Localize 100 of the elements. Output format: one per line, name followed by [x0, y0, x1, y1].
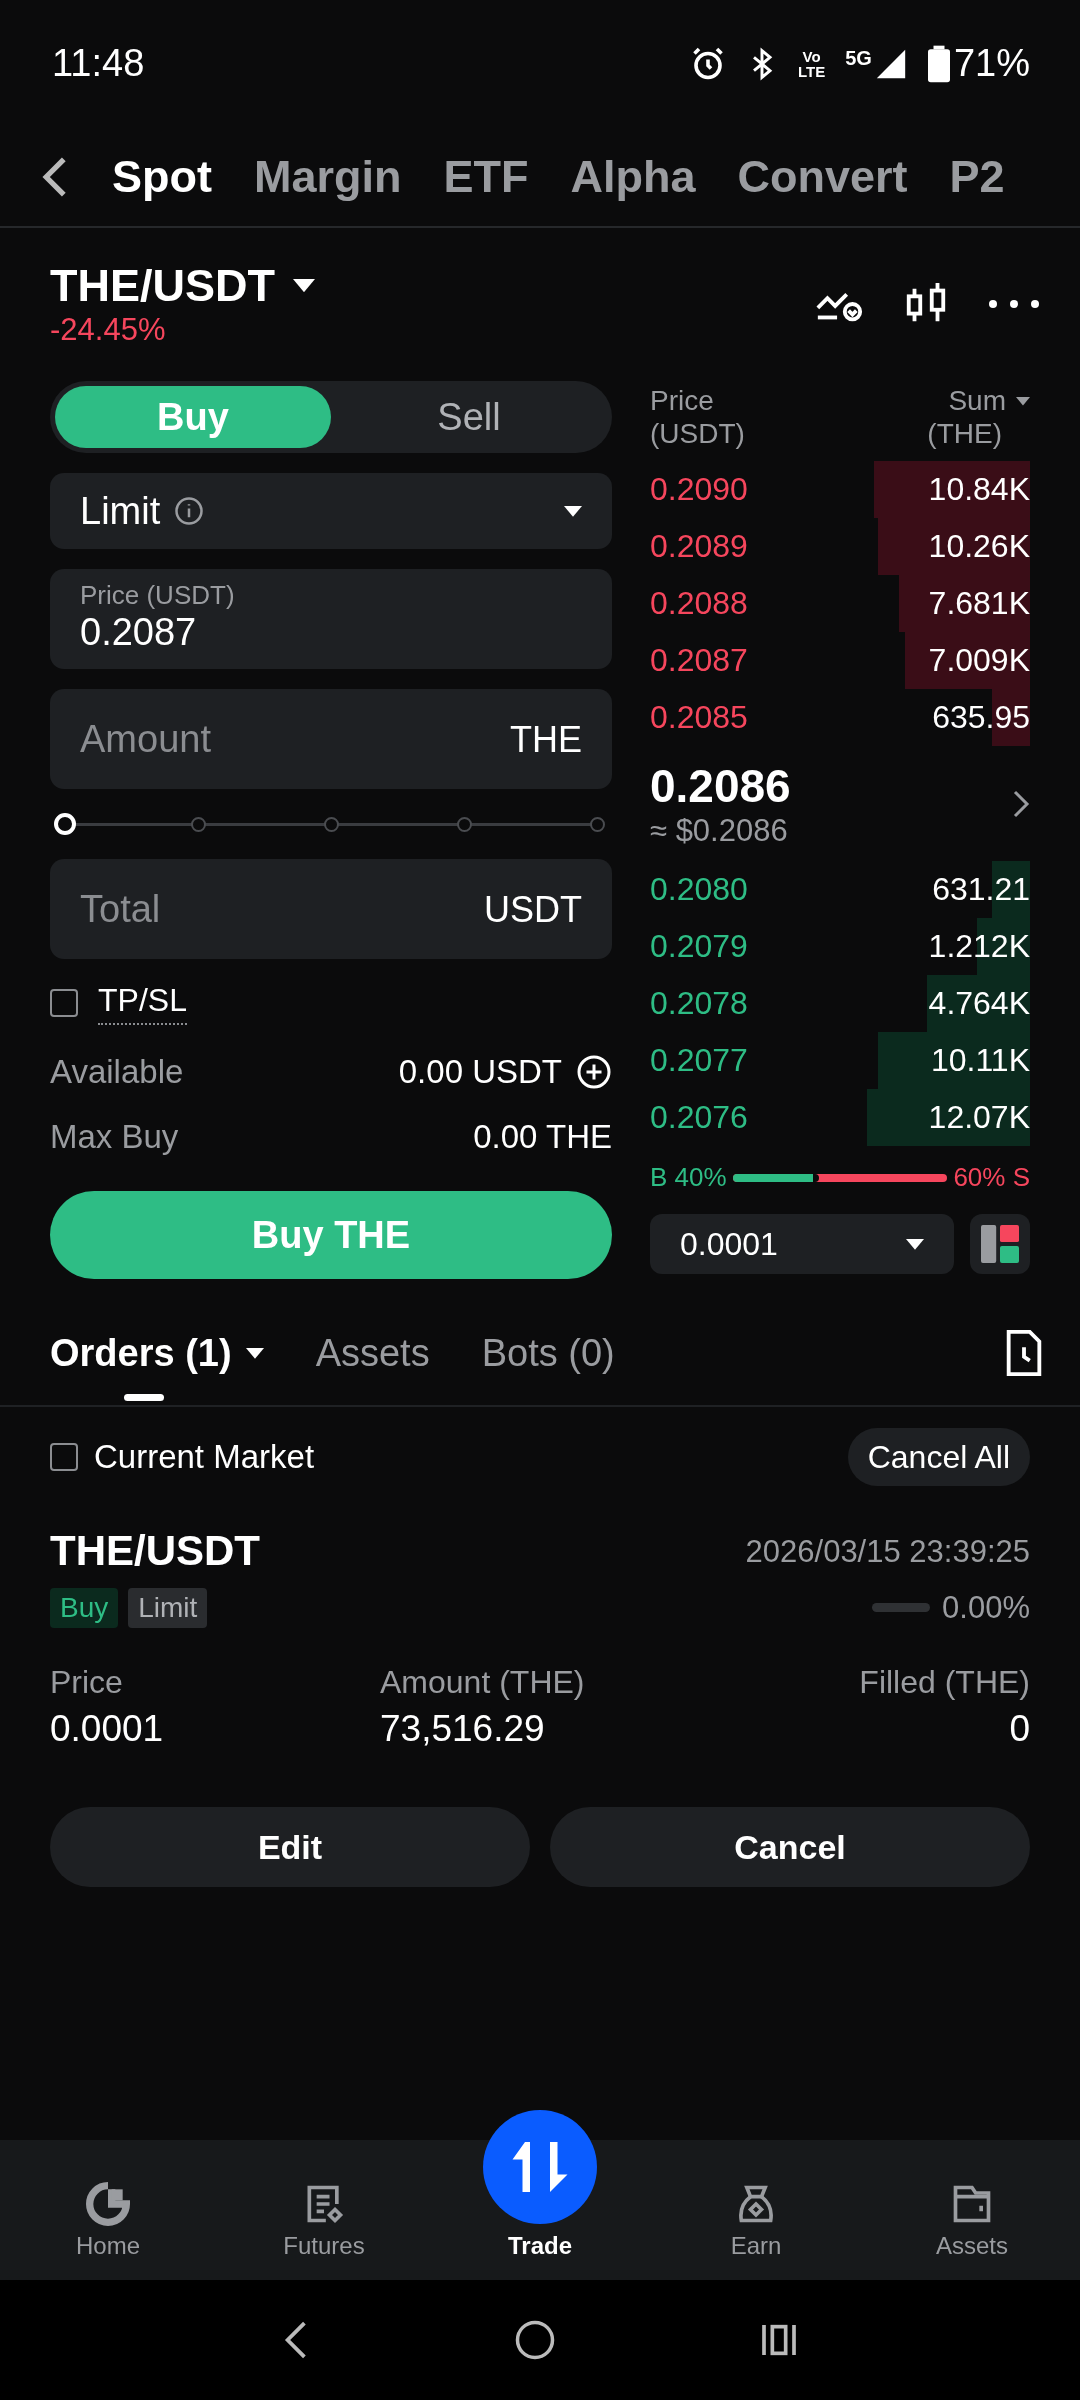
slider-stop[interactable]: [589, 816, 605, 832]
field-label: Amount (THE): [380, 1663, 585, 1701]
total-input[interactable]: Total: [80, 887, 474, 931]
order-book-row[interactable]: 0.2085 635.95: [650, 689, 1030, 747]
order-sum: 7.681K: [928, 585, 1030, 623]
status-time: 11:48: [52, 42, 145, 86]
order-sum: 10.11K: [930, 1042, 1030, 1080]
last-price-usd: ≈ $0.2086: [650, 812, 789, 849]
order-sum: 4.764K: [928, 985, 1030, 1023]
caret-icon: [906, 1239, 924, 1250]
order-sum: 631.21: [932, 871, 1030, 909]
nav-item[interactable]: Home: [76, 2182, 140, 2260]
order-price[interactable]: 0.2077: [650, 1042, 748, 1080]
precision-select[interactable]: 0.0001: [650, 1214, 954, 1275]
amount-field[interactable]: Amount THE: [50, 689, 612, 790]
available-label: Available: [50, 1052, 184, 1091]
field-label: Price: [50, 1663, 123, 1701]
order-book-row[interactable]: 0.2087 7.009K: [650, 632, 1030, 690]
order-book-row[interactable]: 0.2079 1.212K: [650, 918, 1030, 976]
orders-tab[interactable]: Orders (1): [50, 1301, 264, 1406]
order-action-button[interactable]: Edit: [50, 1807, 530, 1888]
order-sum: 10.26K: [928, 528, 1030, 566]
order-book-row[interactable]: 0.2090 10.84K: [650, 461, 1030, 519]
order-action-button[interactable]: Cancel: [550, 1807, 1030, 1888]
info-icon: [174, 496, 205, 527]
slider-thumb[interactable]: [54, 813, 76, 836]
pair-symbol[interactable]: THE/USDT: [50, 260, 275, 312]
order-price[interactable]: 0.2087: [650, 642, 748, 680]
orders-tab[interactable]: Assets: [315, 1301, 430, 1406]
order-book-row[interactable]: 0.2077 10.11K: [650, 1032, 1030, 1090]
nav-item[interactable]: Assets: [936, 2182, 1008, 2260]
layout-icon[interactable]: [970, 1214, 1030, 1275]
volte-label: Vo LTE: [798, 49, 826, 79]
market-tab[interactable]: Margin: [254, 151, 402, 203]
nav-item[interactable]: Trade: [508, 2232, 572, 2260]
current-market-label[interactable]: Current Market: [94, 1438, 315, 1477]
slider-stop[interactable]: [190, 816, 206, 832]
order-time: 2026/03/15 23:39:25: [745, 1533, 1030, 1570]
side-tag: Buy: [50, 1587, 119, 1628]
order-price[interactable]: 0.2090: [650, 471, 748, 509]
order-sum: 12.07K: [928, 1099, 1030, 1137]
side-button[interactable]: Sell: [331, 386, 607, 449]
amount-input[interactable]: Amount: [80, 717, 500, 761]
home-icon: [86, 2182, 130, 2226]
order-price[interactable]: 0.2089: [650, 528, 748, 566]
cancel-all-button[interactable]: Cancel All: [847, 1428, 1030, 1487]
last-price: 0.2086: [650, 759, 791, 813]
order-sum: 635.95: [932, 699, 1030, 737]
market-tab[interactable]: Alpha: [570, 151, 696, 203]
sell-ratio: 60% S: [953, 1163, 1030, 1194]
unit-label: USDT: [484, 888, 582, 931]
order-price[interactable]: 0.2085: [650, 699, 748, 737]
order-book-row[interactable]: 0.2089 10.26K: [650, 518, 1030, 576]
checkbox[interactable]: [50, 989, 78, 1018]
slider-stop[interactable]: [323, 816, 339, 832]
total-field[interactable]: Total USDT: [50, 859, 612, 960]
add-icon[interactable]: [576, 1053, 612, 1090]
order-book-row[interactable]: 0.2080 631.21: [650, 861, 1030, 919]
nav-item[interactable]: Futures: [283, 2182, 365, 2260]
order-sum: 7.009K: [928, 642, 1030, 680]
type-tag: Limit: [128, 1587, 208, 1628]
order-book-row[interactable]: 0.2076 12.07K: [650, 1089, 1030, 1147]
price-field[interactable]: Price (USDT) 0.2087: [50, 569, 612, 670]
caret-icon: [245, 1348, 264, 1359]
order-type-select[interactable]: Limit: [50, 473, 612, 550]
price-input[interactable]: 0.2087: [80, 611, 582, 655]
order-book-row[interactable]: 0.2078 4.764K: [650, 975, 1030, 1033]
caret-icon: [564, 506, 582, 517]
field-value: 73,516.29: [380, 1708, 545, 1752]
orders-tab[interactable]: Bots (0): [481, 1301, 615, 1406]
field-label: Filled (THE): [859, 1663, 1030, 1701]
nav-item[interactable]: Earn: [730, 2182, 782, 2260]
tpsl-label[interactable]: TP/SL: [98, 981, 187, 1025]
slider-stop[interactable]: [456, 816, 472, 832]
market-tab[interactable]: Spot: [112, 151, 212, 203]
caret-icon: [1016, 397, 1030, 406]
order-price[interactable]: 0.2080: [650, 871, 748, 909]
field-value: 0: [1009, 1708, 1030, 1752]
order-price[interactable]: 0.2088: [650, 585, 748, 623]
home-button-icon[interactable]: [514, 2319, 556, 2361]
chevron-right-icon[interactable]: [1012, 788, 1030, 819]
sum-header[interactable]: Sum: [948, 385, 1006, 418]
order-pair: THE/USDT: [50, 1527, 260, 1576]
tab-indicator: [124, 1394, 164, 1402]
history-icon[interactable]: [1004, 1330, 1044, 1377]
market-tab[interactable]: Convert: [737, 151, 908, 203]
max-buy-value: 0.00 THE: [473, 1117, 612, 1156]
checkbox[interactable]: [50, 1443, 78, 1472]
battery-level: 71%: [953, 42, 1030, 86]
max-buy-label: Max Buy: [50, 1117, 179, 1156]
market-tab[interactable]: P2: [949, 151, 1005, 203]
caret-icon: [293, 279, 315, 293]
battery-icon: [927, 45, 950, 83]
order-price[interactable]: 0.2079: [650, 928, 748, 966]
order-book-row[interactable]: 0.2088 7.681K: [650, 575, 1030, 633]
more-icon[interactable]: [988, 298, 1040, 309]
order-price[interactable]: 0.2078: [650, 985, 748, 1023]
order-price[interactable]: 0.2076: [650, 1099, 748, 1137]
market-tab[interactable]: ETF: [443, 151, 529, 203]
sum-unit: (THE): [927, 417, 1002, 450]
